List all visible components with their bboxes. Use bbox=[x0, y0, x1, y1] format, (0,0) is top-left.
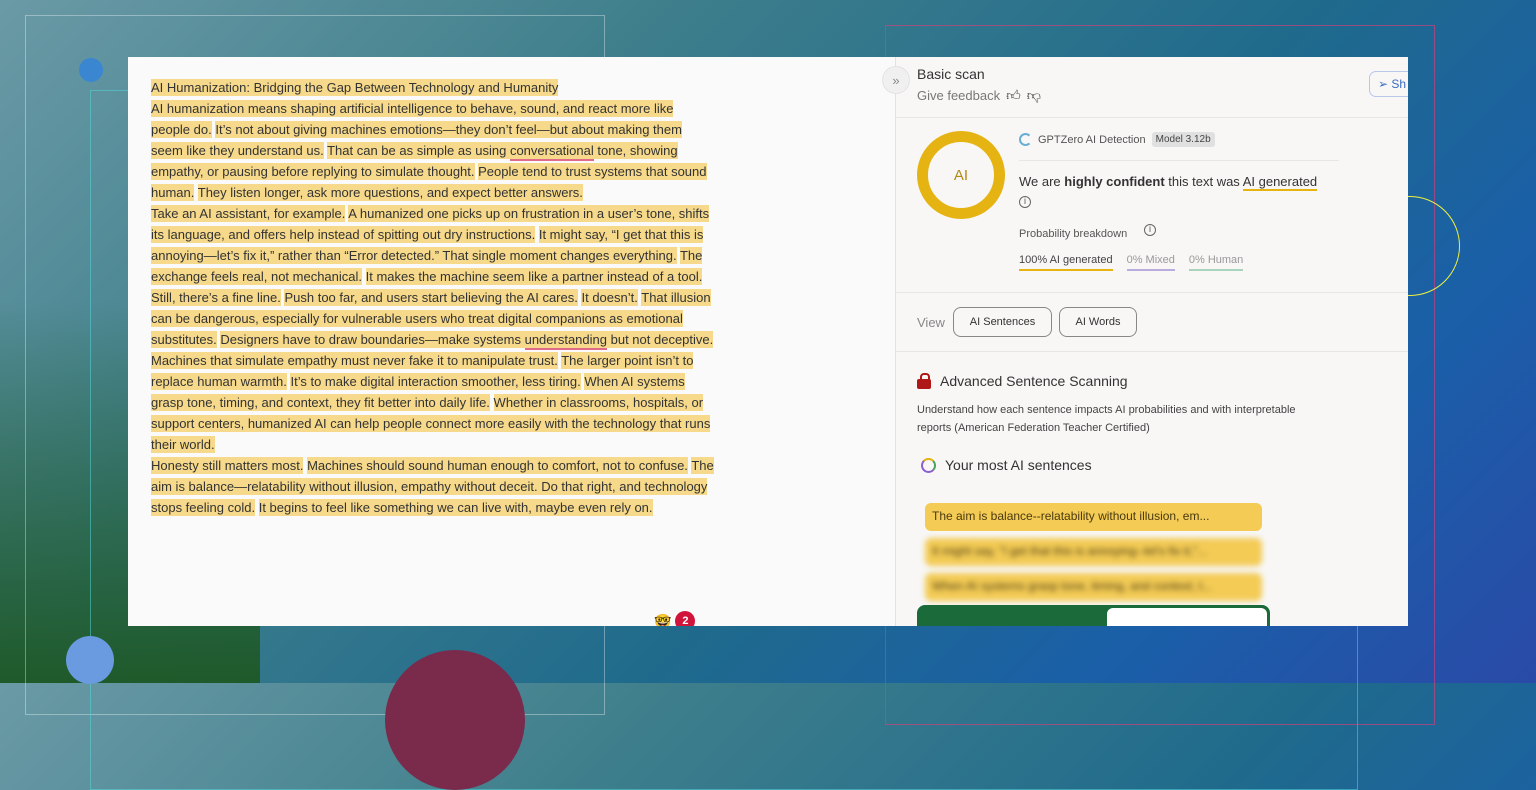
background-dot bbox=[385, 650, 525, 790]
highlighted-sentence[interactable]: It begins to feel like something we can … bbox=[258, 499, 653, 516]
ai-words-button[interactable]: AI Words bbox=[1059, 307, 1137, 337]
collapse-panel-icon[interactable]: » bbox=[882, 66, 910, 94]
gptzero-logo-icon bbox=[1019, 133, 1032, 146]
thumbs-down-icon[interactable]: 👎︎ bbox=[1027, 87, 1041, 104]
badges: 🤓 2 bbox=[654, 611, 696, 627]
info-icon[interactable]: i bbox=[1019, 196, 1031, 208]
panel-title: Basic scan bbox=[917, 66, 985, 82]
ai-score-ring: AI bbox=[917, 131, 1005, 219]
background-dot bbox=[66, 636, 114, 684]
send-icon: ➢ bbox=[1378, 77, 1392, 91]
ai-sentence-item[interactable]: The aim is balance--relatability without… bbox=[925, 503, 1262, 531]
scan-panel: » Basic scan Give feedback 👍︎ 👎︎ ➢ Sh AI… bbox=[882, 57, 1408, 626]
upgrade-banner[interactable] bbox=[917, 605, 1270, 626]
paragraph: AI Humanization: Bridging the Gap Betwee… bbox=[151, 77, 716, 98]
notification-count[interactable]: 2 bbox=[675, 611, 696, 626]
document-text[interactable]: AI Humanization: Bridging the Gap Betwee… bbox=[151, 77, 716, 518]
highlighted-sentence[interactable]: It makes the machine seem like a partner… bbox=[365, 268, 703, 285]
lock-icon bbox=[917, 373, 931, 389]
nerd-face-icon[interactable]: 🤓 bbox=[654, 613, 671, 627]
view-selector: View AI Sentences AI Words bbox=[896, 292, 1408, 352]
highlighted-sentence[interactable]: AI Humanization: Bridging the Gap Betwee… bbox=[151, 79, 559, 96]
ai-sentence-item[interactable]: When AI systems grasp tone, timing, and … bbox=[925, 573, 1262, 601]
confidence-text: We are highly confident this text was AI… bbox=[1019, 174, 1318, 191]
highlighted-sentence[interactable]: Still, there’s a fine line. bbox=[151, 289, 281, 306]
flagged-word[interactable]: conversational bbox=[509, 142, 594, 161]
most-ai-sentences-heading: Your most AI sentences bbox=[921, 457, 1092, 473]
highlighted-sentence[interactable]: It doesn’t. bbox=[581, 289, 638, 306]
model-badge: Model 3.12b bbox=[1151, 132, 1215, 147]
highlighted-sentence[interactable]: Designers have to draw boundaries—make s… bbox=[220, 331, 525, 348]
probability-breakdown-label: Probability breakdown bbox=[1019, 228, 1128, 240]
feedback-row: Give feedback 👍︎ 👎︎ bbox=[917, 87, 1041, 104]
thumbs-up-icon[interactable]: 👍︎ bbox=[1006, 87, 1021, 104]
ai-sentences-button[interactable]: AI Sentences bbox=[953, 307, 1052, 337]
highlighted-sentence[interactable]: They listen longer, ask more questions, … bbox=[197, 184, 583, 201]
paragraph: Honesty still matters most. Machines sho… bbox=[151, 455, 716, 518]
paragraph: AI humanization means shaping artificial… bbox=[151, 98, 716, 203]
probability-item: 0% Mixed bbox=[1126, 254, 1175, 271]
divider bbox=[1019, 160, 1339, 161]
scan-icon bbox=[921, 457, 936, 473]
detection-summary: AI GPTZero AI Detection Model 3.12b We a… bbox=[896, 117, 1408, 292]
highlighted-sentence[interactable]: Honesty still matters most. bbox=[151, 457, 304, 474]
share-button[interactable]: ➢ Sh bbox=[1369, 71, 1408, 97]
highlighted-sentence[interactable]: It’s to make digital interaction smoothe… bbox=[290, 373, 581, 390]
app-window: AI Humanization: Bridging the Gap Betwee… bbox=[128, 57, 1408, 626]
advanced-scanning-description: Understand how each sentence impacts AI … bbox=[917, 404, 1296, 434]
view-label: View bbox=[917, 315, 945, 330]
highlighted-sentence[interactable]: Take an AI assistant, for example. bbox=[151, 205, 346, 222]
background-dot bbox=[79, 58, 103, 82]
ai-sentence-item[interactable]: It might say, "I get that this is annoyi… bbox=[925, 538, 1262, 566]
highlighted-sentence[interactable]: Push too far, and users start believing … bbox=[284, 289, 578, 306]
highlighted-sentence[interactable]: Machines should sound human enough to co… bbox=[307, 457, 688, 474]
detector-row: GPTZero AI Detection Model 3.12b bbox=[1019, 132, 1215, 147]
paragraph: Still, there’s a fine line. Push too far… bbox=[151, 287, 716, 455]
probability-item: 100% AI generated bbox=[1019, 254, 1113, 271]
paragraph: Take an AI assistant, for example. A hum… bbox=[151, 203, 716, 287]
advanced-scanning-heading: Advanced Sentence Scanning bbox=[917, 373, 1128, 389]
feedback-label: Give feedback bbox=[917, 88, 1001, 103]
probability-item: 0% Human bbox=[1188, 254, 1244, 271]
probability-breakdown: 100% AI generated 0% Mixed 0% Human bbox=[1019, 254, 1244, 271]
info-icon[interactable]: i bbox=[1144, 224, 1156, 236]
flagged-word[interactable]: understanding bbox=[524, 331, 607, 350]
highlighted-sentence[interactable]: That can be as simple as using bbox=[327, 142, 510, 159]
